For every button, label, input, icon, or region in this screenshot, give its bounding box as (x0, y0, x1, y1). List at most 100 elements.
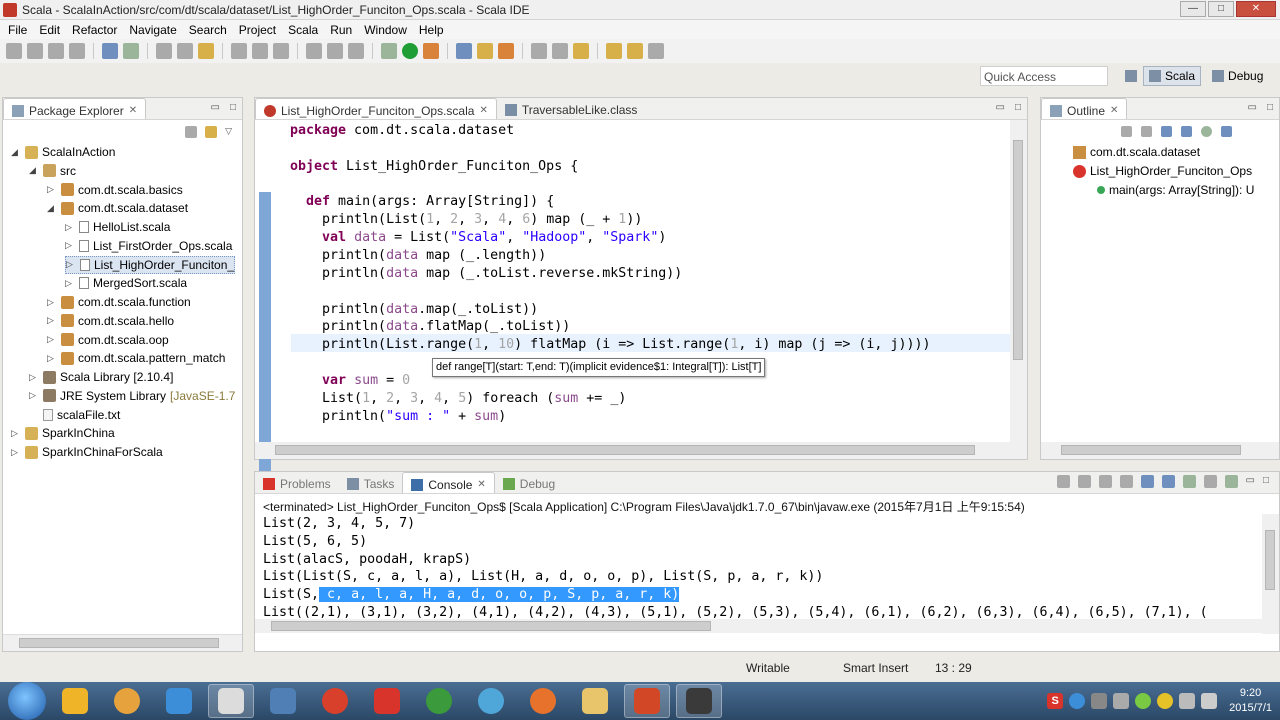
tree-item[interactable]: ◢ ScalaInAction (11, 143, 115, 161)
tab-tasks[interactable]: Tasks (339, 472, 403, 493)
console-horizontal-scrollbar[interactable] (255, 619, 1263, 633)
close-tab-icon[interactable]: ✕ (129, 105, 137, 116)
help-icon[interactable] (1069, 693, 1086, 709)
hide-nonpublic-icon[interactable] (1201, 126, 1212, 137)
toggle-console-icon[interactable] (102, 43, 118, 59)
tree-item[interactable]: ▷ MergedSort.scala (65, 274, 187, 292)
maximize-button[interactable]: □ (1208, 1, 1234, 17)
remove-all-icon[interactable] (1098, 475, 1112, 488)
terminate-console-icon[interactable] (1056, 475, 1070, 488)
step-return-icon[interactable] (273, 43, 289, 59)
scala-interpreter-icon[interactable] (123, 43, 139, 59)
skip-breakpoints-icon[interactable] (156, 43, 172, 59)
hide-fields-icon[interactable] (1161, 126, 1172, 137)
menu-scala[interactable]: Scala (288, 23, 318, 37)
taskbar-app-red[interactable] (312, 684, 358, 718)
open-perspective-icon[interactable] (1125, 70, 1137, 82)
close-tab-icon[interactable]: ✕ (479, 105, 487, 116)
suspend-icon[interactable] (327, 43, 343, 59)
forward-icon[interactable] (627, 43, 643, 59)
tab-outline[interactable]: Outline ✕ (1041, 98, 1128, 119)
tree-item[interactable]: ▷ SparkInChina (11, 424, 115, 442)
collapsed-arrow-icon[interactable]: ▷ (29, 372, 39, 383)
menu-project[interactable]: Project (239, 23, 276, 37)
menu-run[interactable]: Run (330, 23, 352, 37)
external-tools-icon[interactable] (423, 43, 439, 59)
step-over-icon[interactable] (252, 43, 268, 59)
tree-item[interactable]: ◢ src (29, 162, 76, 180)
perspective-debug[interactable]: Debug (1207, 67, 1268, 85)
scrollbar-thumb[interactable] (19, 638, 219, 648)
minimize-editor-icon[interactable]: ▭ (996, 102, 1005, 113)
save-all-icon[interactable] (48, 43, 64, 59)
editor-horizontal-scrollbar[interactable] (255, 442, 1027, 459)
console-vertical-scrollbar[interactable] (1262, 514, 1279, 634)
display-console-icon[interactable] (1203, 475, 1217, 488)
hide-static-icon[interactable] (1181, 126, 1192, 137)
outline-item[interactable]: main(args: Array[String]): U (1097, 181, 1254, 199)
tray-app-icon[interactable] (1135, 693, 1152, 709)
tree-item[interactable]: ▷ com.dt.scala.basics (47, 181, 183, 199)
print-icon[interactable] (69, 43, 85, 59)
menu-window[interactable]: Window (364, 23, 407, 37)
collapse-all-icon[interactable] (185, 126, 198, 138)
disconnect-icon[interactable] (348, 43, 364, 59)
input-method-icon[interactable]: S (1047, 693, 1064, 709)
view-menu-icon[interactable]: ▽ (225, 126, 232, 138)
menu-navigate[interactable]: Navigate (129, 23, 176, 37)
minimize-button[interactable]: — (1180, 1, 1206, 17)
taskbar-folder[interactable] (572, 684, 618, 718)
new-icon[interactable] (6, 43, 22, 59)
collapsed-arrow-icon[interactable]: ▷ (47, 334, 57, 345)
collapsed-arrow-icon[interactable]: ▷ (65, 278, 75, 289)
collapsed-arrow-icon[interactable]: ▷ (47, 353, 57, 364)
next-annotation-icon[interactable] (552, 43, 568, 59)
taskbar-powerpoint[interactable] (624, 684, 670, 718)
tree-item[interactable]: ▷ com.dt.scala.function (47, 293, 191, 311)
tree-item[interactable]: ▷ List_HighOrder_Funciton_ (65, 255, 236, 274)
hide-local-types-icon[interactable] (1221, 126, 1232, 137)
pin-console-icon[interactable] (1182, 475, 1196, 488)
terminate-icon[interactable] (177, 43, 193, 59)
maximize-view-icon[interactable]: □ (230, 102, 236, 113)
scroll-lock-icon[interactable] (1140, 475, 1154, 488)
scrollbar-thumb[interactable] (1265, 530, 1275, 590)
tree-item[interactable]: ◢ com.dt.scala.dataset (47, 199, 188, 217)
open-console-icon[interactable] (1224, 475, 1238, 488)
menu-edit[interactable]: Edit (39, 23, 60, 37)
link-with-editor-icon[interactable] (205, 126, 218, 138)
collapsed-arrow-icon[interactable]: ▷ (11, 428, 21, 439)
scrollbar-thumb[interactable] (1013, 140, 1023, 360)
start-button[interactable] (8, 682, 46, 720)
tree-item[interactable]: ▷ HelloList.scala (65, 218, 170, 236)
scrollbar-thumb[interactable] (275, 445, 975, 455)
menu-file[interactable]: File (8, 23, 27, 37)
collapsed-arrow-icon[interactable]: ▷ (65, 222, 75, 233)
format-icon[interactable] (198, 43, 214, 59)
tab-traversablelike-class[interactable]: TraversableLike.class (497, 98, 646, 119)
taskbar-chrome[interactable] (416, 684, 462, 718)
pin-editor-icon[interactable] (648, 43, 664, 59)
network-icon[interactable] (1179, 693, 1196, 709)
close-button[interactable]: ✕ (1236, 1, 1276, 17)
step-into-icon[interactable] (231, 43, 247, 59)
maximize-editor-icon[interactable]: □ (1015, 102, 1021, 113)
taskbar-intellij[interactable] (260, 684, 306, 718)
collapsed-arrow-icon[interactable]: ▷ (47, 184, 57, 195)
expanded-arrow-icon[interactable]: ◢ (11, 147, 21, 158)
outline-horizontal-scrollbar[interactable] (1041, 442, 1279, 459)
scrollbar-thumb[interactable] (1061, 445, 1241, 455)
clear-console-icon[interactable] (1119, 475, 1133, 488)
tab-problems[interactable]: Problems (255, 472, 339, 493)
minimize-view-icon[interactable]: ▭ (211, 102, 220, 113)
run-icon[interactable] (402, 43, 418, 59)
editor-vertical-scrollbar[interactable] (1010, 120, 1027, 442)
menu-search[interactable]: Search (189, 23, 227, 37)
taskbar-cloud[interactable] (468, 684, 514, 718)
open-type-icon[interactable] (477, 43, 493, 59)
remove-launch-icon[interactable] (1077, 475, 1091, 488)
menu-help[interactable]: Help (419, 23, 444, 37)
collapsed-arrow-icon[interactable]: ▷ (65, 240, 75, 251)
security-icon[interactable] (1157, 693, 1174, 709)
collapsed-arrow-icon[interactable]: ▷ (11, 447, 21, 458)
